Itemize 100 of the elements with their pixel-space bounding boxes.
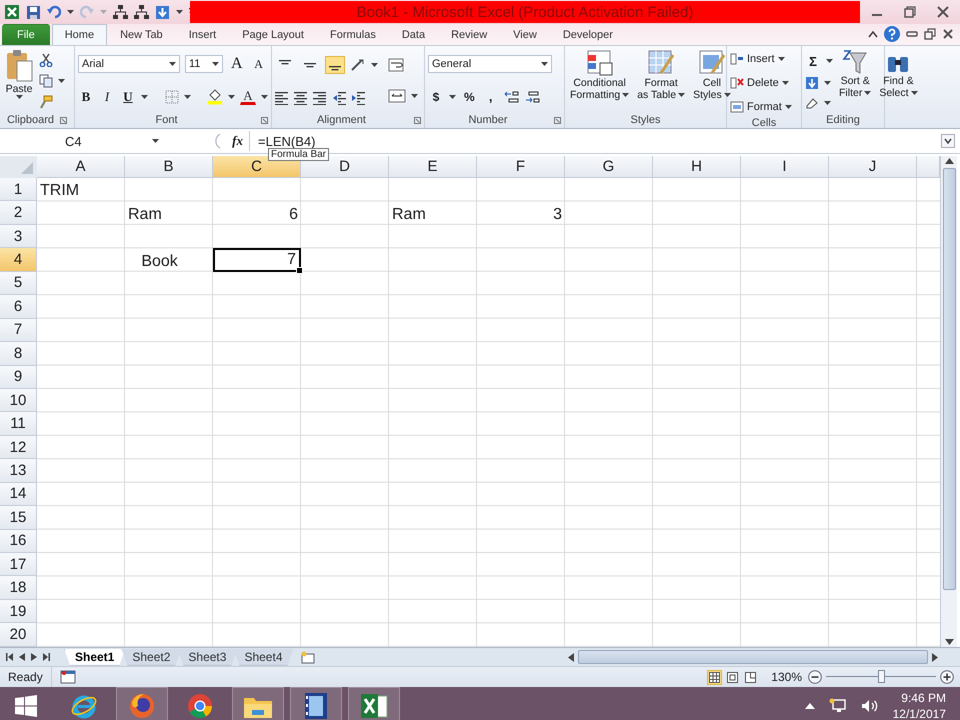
caret-icon[interactable] [864,91,872,95]
view-button[interactable] [725,670,740,684]
copy-icon[interactable] [39,74,53,88]
caret-icon[interactable] [212,62,219,66]
dialog-launcher-icon[interactable] [554,116,561,124]
italic-button[interactable]: I [99,88,115,106]
currency-button[interactable]: $ [428,88,444,106]
clock-time[interactable]: 9:46 PM [901,690,946,706]
caret-icon[interactable] [411,94,418,98]
row-header[interactable]: 10 [0,388,37,412]
row-header[interactable]: 20 [0,623,37,647]
first-sheet-icon[interactable] [6,653,13,661]
align-center-icon[interactable] [294,90,308,105]
decrease-indent-icon[interactable] [332,90,346,105]
zoom-out-icon[interactable] [808,670,822,684]
ribbon-tab[interactable]: Review [438,24,500,45]
formula-field[interactable]: =LEN(B4) [250,134,941,148]
previous-sheet-icon[interactable] [19,653,25,661]
ribbon-tab[interactable]: Page Layout [229,24,317,45]
hierarchy-icon[interactable] [113,5,128,19]
table-cell[interactable]: 6 [213,201,301,225]
row-header[interactable]: 2 [0,201,37,225]
row-header[interactable]: 3 [0,224,37,248]
row-header[interactable]: 18 [0,576,37,600]
sheet-tab[interactable]: Sheet1 [64,648,126,666]
name-box[interactable]: C4 [3,131,163,151]
sheet-tab[interactable]: Sheet3 [177,648,238,666]
scrollbar-thumb[interactable] [578,650,928,664]
caret-icon[interactable] [824,100,831,105]
table-cell[interactable]: Book [125,248,213,272]
row-header[interactable]: 13 [0,459,37,483]
row-header[interactable]: 15 [0,506,37,530]
network-icon[interactable] [828,698,847,714]
orientation-icon[interactable] [350,58,366,72]
font-color-button[interactable]: A [240,88,256,106]
spreadsheet-icon[interactable] [4,4,20,20]
restore-icon[interactable] [924,28,936,40]
ribbon-tab[interactable]: View [500,24,550,45]
scrollbar-thumb[interactable] [942,168,956,590]
start-icon[interactable] [14,694,38,718]
ribbon-tab[interactable]: Formulas [316,24,389,45]
row-header[interactable]: 19 [0,600,37,624]
column-header[interactable]: H [653,156,741,178]
fill-down-icon[interactable] [805,76,819,90]
table-cell[interactable]: 3 [477,201,565,225]
zoom-in-icon[interactable] [940,670,954,684]
close-icon[interactable] [942,28,954,40]
editing-button[interactable]: Find & Select [877,49,920,112]
zoom-slider[interactable] [826,670,936,684]
caret-icon[interactable] [724,93,731,97]
collapse-ribbon-icon[interactable] [868,30,878,38]
caret-icon[interactable] [910,91,918,95]
column-header[interactable]: J [829,156,917,178]
table-cell[interactable]: TRIM [37,178,125,202]
row-header[interactable]: 7 [0,318,37,342]
show-hidden-icon[interactable] [804,703,815,709]
fill-color-icon[interactable] [207,88,223,105]
eraser-icon[interactable] [805,96,819,109]
insert-sheet-icon[interactable] [300,650,316,664]
merge-icon[interactable] [388,89,406,104]
comma-button[interactable]: , [482,88,499,106]
row-header[interactable]: 8 [0,342,37,366]
cut-icon[interactable] [39,52,53,66]
table-cell[interactable]: Ram [125,201,213,225]
cells-button[interactable]: Delete [730,73,798,93]
row-header[interactable]: 14 [0,482,37,506]
row-header[interactable]: 12 [0,436,37,460]
editing-button[interactable]: Sort & Filter [837,49,874,112]
column-header[interactable]: I [741,156,829,178]
restore-icon[interactable] [904,6,916,18]
scroll-down-icon[interactable] [944,639,954,645]
zoom-level[interactable]: 130% [771,670,802,684]
increase-decimal-icon[interactable] [504,90,520,104]
save-icon[interactable] [26,4,41,20]
clock-date[interactable]: 12/1/2017 [892,706,946,720]
dialog-launcher-icon[interactable] [414,116,421,124]
column-header[interactable]: G [565,156,653,178]
insert-function-button[interactable]: fx [232,133,243,149]
ribbon-tab[interactable]: Insert [176,24,230,45]
caret-icon[interactable] [169,62,176,66]
autosum-button[interactable]: Σ [805,52,821,70]
row-header[interactable]: 1 [0,178,37,202]
caret-icon[interactable] [58,78,65,82]
row-header[interactable]: 17 [0,553,37,576]
caret-icon[interactable] [622,93,630,97]
row-header[interactable]: 9 [0,366,37,389]
scroll-left-icon[interactable] [568,652,574,662]
row-header[interactable]: 11 [0,412,37,436]
caret-icon[interactable] [371,63,378,68]
caret-icon[interactable] [152,139,159,143]
ribbon-tab[interactable]: New Tab [107,24,176,45]
caret-icon[interactable] [16,95,22,99]
film-icon[interactable] [304,692,328,720]
number-format-field[interactable]: General [428,55,552,74]
row-header[interactable]: 4 [0,248,37,272]
caret-icon[interactable] [824,81,831,86]
align-right-icon[interactable] [313,90,327,105]
font-size-field[interactable]: 11 [185,55,223,74]
cells-button[interactable]: Insert [730,49,798,69]
bold-button[interactable]: B [78,88,94,106]
